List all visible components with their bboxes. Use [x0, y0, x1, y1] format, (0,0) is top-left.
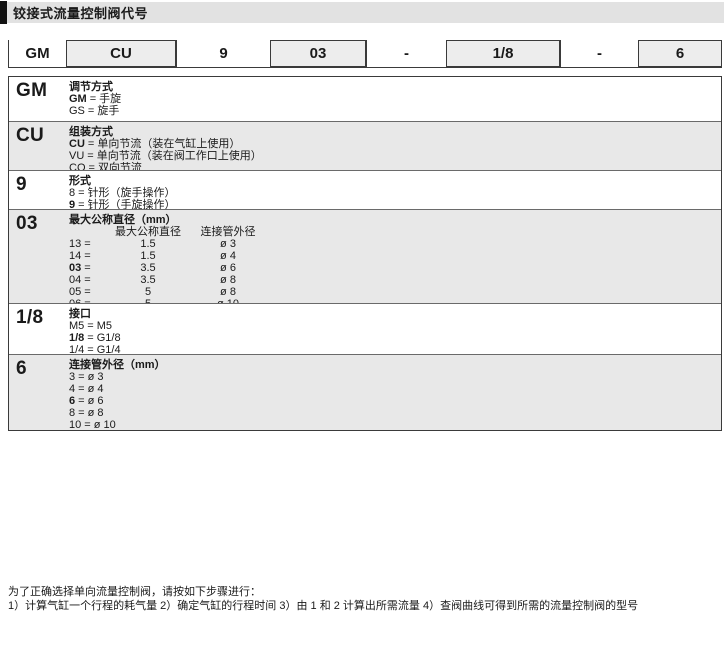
- catalog-page: 铰接式流量控制阀代号 GM CU 9 03 - 1/8 - 6 GM 调节方式 …: [0, 0, 724, 654]
- note-line-2: 1）计算气缸一个行程的耗气量 2）确定气缸的行程时间 3）由 1 和 2 计算出…: [8, 599, 722, 613]
- code-cell-9: 9: [176, 40, 270, 67]
- code-cell-18: 1/8: [446, 40, 560, 67]
- option-line: GM=手旋: [69, 93, 721, 105]
- spec-code-label: 9: [9, 171, 69, 209]
- spec-heading: 接口: [69, 308, 721, 320]
- mini-table-col-header: 连接管外径: [187, 226, 269, 238]
- order-code-bar: GM CU 9 03 - 1/8 - 6: [8, 40, 722, 68]
- option-line: 4=ø 4: [69, 383, 721, 395]
- option-line: M5=M5: [69, 320, 721, 332]
- mini-table-header: 最大公称直径 连接管外径: [69, 226, 721, 238]
- spec-code-label: GM: [9, 77, 69, 121]
- title-accent-bar: [0, 1, 7, 24]
- option-line: CO=双向节流: [69, 162, 721, 171]
- spec-row-18: 1/8 接口 M5=M5 1/8=G1/8 1/4=G1/4: [9, 304, 721, 355]
- code-cell-dash-1: -: [366, 40, 446, 67]
- option-line: CU=单向节流（装在气缸上使用）: [69, 138, 721, 150]
- mini-table-row: 03= 3.5 ø 6: [69, 262, 721, 274]
- mini-table-row: 13= 1.5 ø 3: [69, 238, 721, 250]
- section-title-bar: 铰接式流量控制阀代号: [0, 2, 724, 23]
- option-line: 1/4=G1/4: [69, 344, 721, 355]
- option-line: 3=ø 3: [69, 371, 721, 383]
- mini-table-row: 04= 3.5 ø 8: [69, 274, 721, 286]
- option-line: 8=针形（旋手操作）: [69, 187, 721, 199]
- spec-heading: 连接管外径（mm）: [69, 359, 721, 371]
- spec-heading: 形式: [69, 175, 721, 187]
- selection-steps-note: 为了正确选择单向流量控制阀，请按如下步骤进行： 1）计算气缸一个行程的耗气量 2…: [8, 585, 722, 613]
- mini-table-row: 05= 5 ø 8: [69, 286, 721, 298]
- code-cell-03: 03: [270, 40, 366, 67]
- mini-table-col-header: 最大公称直径: [109, 226, 187, 238]
- option-line: VU=单向节流（装在阀工作口上使用）: [69, 150, 721, 162]
- page-title: 铰接式流量控制阀代号: [7, 3, 148, 22]
- option-line: 8=ø 8: [69, 407, 721, 419]
- spec-code-label: 6: [9, 355, 69, 430]
- option-line: 9=针形（手旋操作）: [69, 199, 721, 210]
- spec-heading: 组装方式: [69, 126, 721, 138]
- spec-code-label: CU: [9, 122, 69, 170]
- code-cell-6: 6: [638, 40, 722, 67]
- option-line: 6=ø 6: [69, 395, 721, 407]
- code-cell-gm: GM: [8, 40, 66, 67]
- spec-code-label: 03: [9, 210, 69, 303]
- code-cell-cu: CU: [66, 40, 176, 67]
- spec-row-6: 6 连接管外径（mm） 3=ø 3 4=ø 4 6=ø 6 8=ø 8 10=ø…: [9, 355, 721, 430]
- spec-heading: 调节方式: [69, 81, 721, 93]
- option-line: GS=旋手: [69, 105, 721, 117]
- spec-heading: 最大公称直径（mm）: [69, 214, 721, 226]
- code-explanation-table: GM 调节方式 GM=手旋 GS=旋手 CU 组装方式 CU=单向节流（装在气缸…: [8, 76, 722, 431]
- spec-row-9: 9 形式 8=针形（旋手操作） 9=针形（手旋操作）: [9, 171, 721, 210]
- spec-row-gm: GM 调节方式 GM=手旋 GS=旋手: [9, 77, 721, 122]
- option-line: 1/8=G1/8: [69, 332, 721, 344]
- code-cell-dash-2: -: [560, 40, 638, 67]
- spec-row-03: 03 最大公称直径（mm） 最大公称直径 连接管外径 13= 1.5 ø 3 1…: [9, 210, 721, 304]
- note-line-1: 为了正确选择单向流量控制阀，请按如下步骤进行：: [8, 585, 722, 599]
- option-line: 10=ø 10: [69, 419, 721, 430]
- mini-table-row: 14= 1.5 ø 4: [69, 250, 721, 262]
- spec-code-label: 1/8: [9, 304, 69, 354]
- spec-row-cu: CU 组装方式 CU=单向节流（装在气缸上使用） VU=单向节流（装在阀工作口上…: [9, 122, 721, 171]
